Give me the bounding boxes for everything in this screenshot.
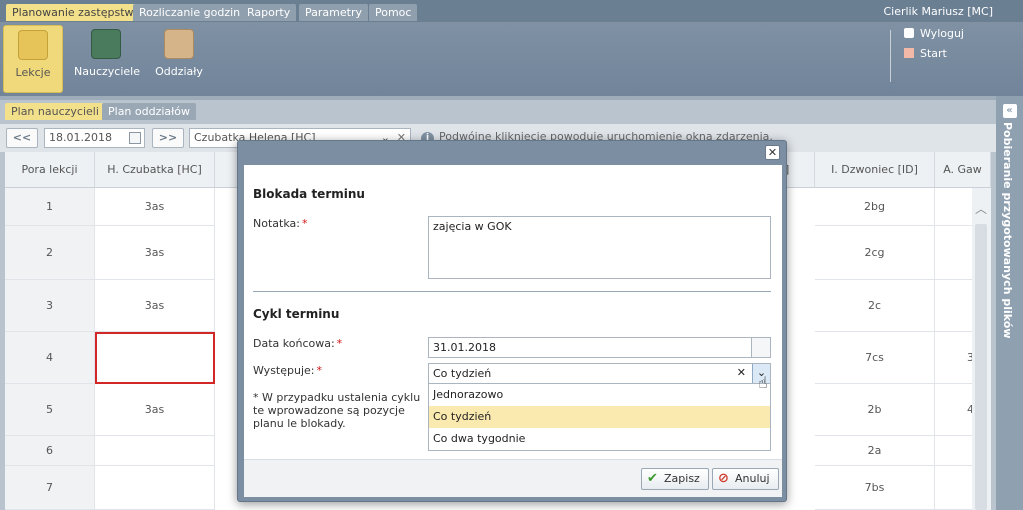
side-panel[interactable]: « Pobieranie przygotowanych plików — [996, 96, 1023, 510]
end-date-field[interactable]: 31.01.2018 — [428, 337, 771, 358]
lesson-cell[interactable]: 2bg — [815, 188, 935, 226]
oddzialy-button[interactable]: Oddziały — [154, 25, 204, 93]
lesson-cell[interactable]: 2b — [815, 384, 935, 436]
nauczyciele-button[interactable]: Nauczyciele — [74, 25, 140, 93]
selected-lesson-cell[interactable] — [95, 332, 215, 384]
header-teacher-ag[interactable]: A. Gaw — [935, 152, 991, 188]
top-menu-bar: Planowanie zastępstw Rozliczanie godzin … — [0, 0, 1023, 22]
user-name: Cierlik Mariusz [MC] — [883, 5, 993, 18]
lesson-cell[interactable]: 3as — [95, 384, 215, 436]
dialog-footer: ✔ Zapisz ⊘ Anuluj — [244, 459, 782, 497]
close-icon[interactable]: ✕ — [765, 145, 780, 160]
occurs-dropdown: Jednorazowo Co tydzień Co dwa tygodnie — [428, 383, 771, 451]
end-date-value: 31.01.2018 — [433, 341, 496, 354]
lesson-cell[interactable] — [95, 436, 215, 466]
lesson-cell[interactable]: 4 — [935, 384, 977, 436]
clear-icon[interactable]: ✕ — [737, 366, 746, 379]
section-title-cykl: Cykl terminu — [253, 307, 340, 321]
start-label: Start — [920, 47, 947, 60]
scroll-up-icon[interactable]: ︿ — [975, 200, 987, 217]
row-number: 1 — [5, 188, 95, 226]
lesson-cell[interactable]: 2c — [815, 280, 935, 332]
logout-link[interactable]: Wyloguj — [904, 27, 964, 40]
date-field[interactable]: 18.01.2018 — [44, 128, 145, 148]
lesson-cell[interactable]: 2cg — [815, 226, 935, 280]
row-number: 6 — [5, 436, 95, 466]
side-panel-label: Pobieranie przygotowanych plików — [1001, 122, 1014, 339]
lesson-cell[interactable]: 7cs — [815, 332, 935, 384]
next-day-button[interactable]: >> — [152, 128, 184, 148]
tab-plan-nauczycieli[interactable]: Plan nauczycieli — [5, 103, 105, 120]
blokada-dialog: ✕ Blokada terminu Notatka: * zajęcia w GO… — [237, 140, 787, 502]
note-textarea[interactable]: zajęcia w GOK — [428, 216, 771, 279]
row-number: 7 — [5, 466, 95, 510]
lesson-cell[interactable] — [95, 466, 215, 510]
cancel-label: Anuluj — [735, 472, 770, 485]
tab-plan-oddzialow[interactable]: Plan oddziałów — [102, 103, 197, 120]
option-co-tydzien[interactable]: Co tydzień — [429, 406, 770, 428]
tab-pomoc[interactable]: Pomoc — [369, 4, 418, 21]
occurs-select[interactable]: Co tydzień ✕ ⌄ — [428, 363, 771, 384]
calendar-icon[interactable] — [751, 338, 770, 357]
ribbon: Lekcje Nauczyciele Oddziały Wyloguj Star… — [0, 22, 1023, 96]
header-teacher-hc[interactable]: H. Czubatka [HC] — [95, 152, 215, 188]
teachers-icon — [91, 29, 121, 59]
prev-day-button[interactable]: << — [6, 128, 38, 148]
lesson-cell[interactable] — [935, 436, 977, 466]
section-divider — [253, 291, 771, 292]
logout-label: Wyloguj — [920, 27, 964, 40]
mouse-cursor-icon: ☝ — [758, 373, 768, 392]
cancel-button[interactable]: ⊘ Anuluj — [712, 468, 779, 490]
row-number: 4 — [5, 332, 95, 384]
start-link[interactable]: Start — [904, 47, 947, 60]
classes-icon — [164, 29, 194, 59]
save-label: Zapisz — [664, 472, 700, 485]
tab-raporty[interactable]: Raporty — [241, 4, 297, 21]
save-button[interactable]: ✔ Zapisz — [641, 468, 709, 490]
lekcje-label: Lekcje — [15, 66, 51, 79]
ribbon-divider — [890, 30, 891, 82]
calendar-icon[interactable] — [129, 132, 141, 144]
lesson-cell[interactable]: 3as — [95, 226, 215, 280]
lesson-cell[interactable]: 3as — [95, 280, 215, 332]
header-teacher-id[interactable]: I. Dzwoniec [ID] — [815, 152, 935, 188]
lesson-cell[interactable]: 7bs — [815, 466, 935, 510]
oddzialy-label: Oddziały — [155, 65, 203, 78]
nauczyciele-label: Nauczyciele — [74, 65, 140, 78]
lesson-cell[interactable]: 3 — [935, 332, 977, 384]
option-co-dwa-tygodnie[interactable]: Co dwa tygodnie — [429, 428, 770, 450]
lekcje-button[interactable]: Lekcje — [3, 25, 63, 93]
row-number: 2 — [5, 226, 95, 280]
end-date-label: Data końcowa: * — [253, 337, 343, 350]
lesson-cell[interactable] — [935, 466, 977, 510]
occurs-label: Występuje: * — [253, 364, 322, 377]
collapse-icon[interactable]: « — [1002, 104, 1017, 118]
header-pora-lekcji: Pora lekcji — [5, 152, 95, 188]
occurs-value: Co tydzień — [433, 367, 492, 380]
tab-planowanie[interactable]: Planowanie zastępstw — [6, 4, 140, 21]
check-icon: ✔ — [647, 471, 658, 486]
grid-scrollbar[interactable]: ︿ — [972, 188, 991, 510]
tab-parametry[interactable]: Parametry — [299, 4, 368, 21]
row-number: 3 — [5, 280, 95, 332]
lesson-cell[interactable] — [935, 188, 977, 226]
cancel-icon: ⊘ — [718, 471, 729, 486]
cycle-footnote: * W przypadku ustalenia cyklu te wprowad… — [253, 391, 421, 430]
lessons-icon — [18, 30, 48, 60]
home-icon — [904, 48, 914, 58]
lesson-cell[interactable]: 3as — [95, 188, 215, 226]
option-jednorazowo[interactable]: Jednorazowo — [429, 384, 770, 406]
sub-tab-bar: Plan nauczycieli Plan oddziałów — [0, 96, 996, 120]
date-value: 18.01.2018 — [49, 131, 112, 144]
lesson-cell[interactable]: 2a — [815, 436, 935, 466]
lesson-cell[interactable] — [935, 226, 977, 280]
tab-rozliczanie[interactable]: Rozliczanie godzin — [133, 4, 247, 21]
lock-icon — [904, 28, 914, 38]
row-number: 5 — [5, 384, 95, 436]
note-label: Notatka: * — [253, 217, 308, 230]
scroll-thumb[interactable] — [975, 224, 987, 510]
section-title-blokada: Blokada terminu — [253, 187, 365, 201]
lesson-cell[interactable] — [935, 280, 977, 332]
